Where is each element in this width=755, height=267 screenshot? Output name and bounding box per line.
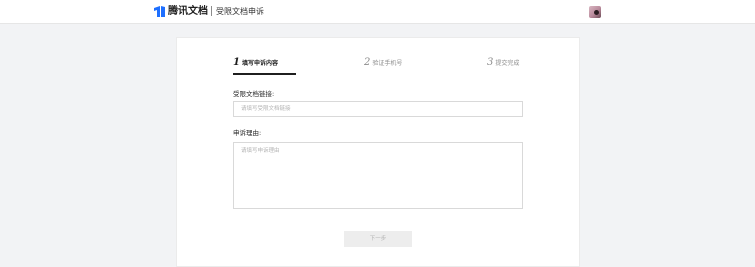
active-step-indicator <box>233 73 296 75</box>
brand-name[interactable]: 腾讯文档 <box>168 5 208 18</box>
appeal-form-card: 1 填写申诉内容 2 验证手机号 3 提交完成 受限文档链接: 请填写受限文档链接 申… <box>176 37 580 267</box>
page-subtitle: 受限文档申诉 <box>216 7 264 16</box>
document-link-placeholder: 请填写受限文档链接 <box>241 106 291 112</box>
step-3: 3 提交完成 <box>487 56 519 70</box>
step-3-label: 提交完成 <box>495 60 520 67</box>
top-bar: 腾讯文档 受限文档申诉 <box>0 0 755 24</box>
step-1: 1 填写申诉内容 <box>233 56 278 70</box>
appeal-reason-placeholder: 请填写申诉理由 <box>241 148 280 154</box>
next-step-button[interactable]: 下一步 <box>344 231 412 247</box>
header-divider <box>211 6 212 16</box>
reason-field-label: 申诉理由: <box>233 129 262 137</box>
appeal-reason-textarea[interactable]: 请填写申诉理由 <box>233 142 523 209</box>
document-link-input[interactable]: 请填写受限文档链接 <box>233 101 523 117</box>
step-2: 2 验证手机号 <box>364 56 402 70</box>
user-avatar[interactable] <box>589 6 601 18</box>
tencent-docs-logo-icon[interactable] <box>153 5 166 18</box>
step-1-label: 填写申诉内容 <box>241 60 278 67</box>
link-field-label: 受限文档链接: <box>233 90 275 98</box>
step-2-label: 验证手机号 <box>372 60 403 67</box>
step-3-number: 3 <box>487 57 494 68</box>
step-1-number: 1 <box>233 57 240 68</box>
step-2-number: 2 <box>364 57 371 68</box>
